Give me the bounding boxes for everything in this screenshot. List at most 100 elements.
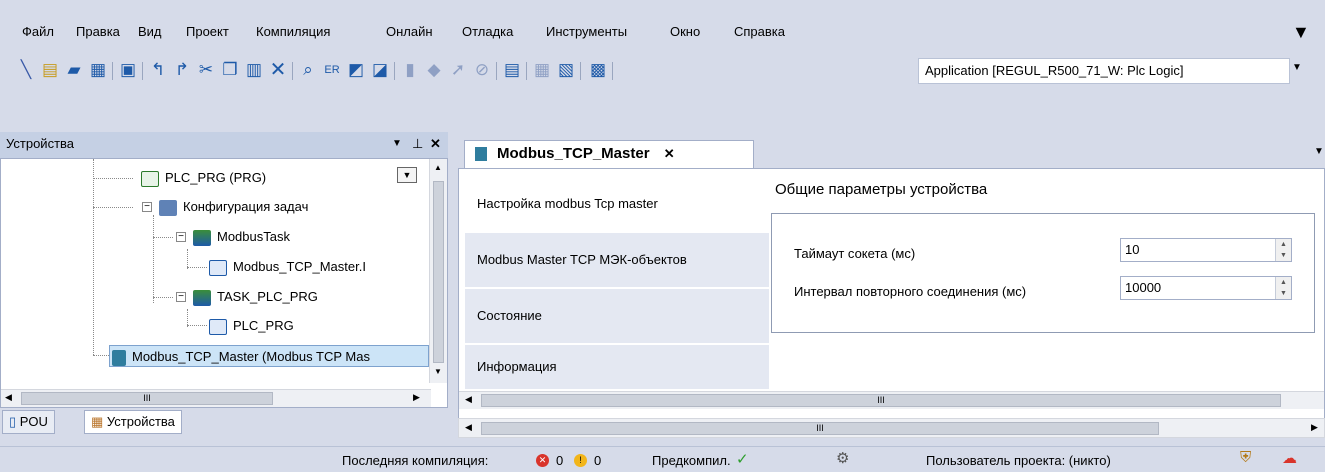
editor-outer-scrollbar[interactable]: ◀ III ▶ <box>458 418 1325 438</box>
editor-outer-scroll-thumb[interactable]: III <box>481 422 1159 435</box>
modbus-device-icon <box>112 349 126 366</box>
download-icon[interactable]: ▤ <box>502 60 522 80</box>
scroll-right-icon[interactable]: ▶ <box>413 392 420 403</box>
menu-view[interactable]: Вид <box>138 24 162 39</box>
cut-icon[interactable]: ✂ <box>196 60 216 80</box>
menu-file[interactable]: Файл <box>22 24 54 39</box>
menu-project[interactable]: Проект <box>186 24 229 39</box>
tree-item-task-plc-prg[interactable]: TASK_PLC_PRG <box>193 286 318 308</box>
dropdown-toggle-icon[interactable]: ▼ <box>397 167 417 183</box>
editor-hscroll-thumb[interactable]: III <box>481 394 1281 407</box>
spin-stepper-icon[interactable]: ▲ ▼ <box>1275 277 1291 299</box>
new-file-icon[interactable]: ▤ <box>40 60 60 80</box>
breakpoint-icon[interactable]: ▮ <box>400 60 420 80</box>
tree-item-label: Modbus_TCP_Master (Modbus TCP Mas <box>132 349 370 364</box>
find-replace-icon[interactable]: ER <box>322 60 342 80</box>
chevron-down-icon[interactable]: ▼ <box>1292 62 1302 73</box>
tree-item-label: PLC_PRG (PRG) <box>165 170 267 185</box>
menu-help[interactable]: Справка <box>734 24 785 39</box>
step-into-icon[interactable]: ➚ <box>448 60 468 80</box>
step-over-icon[interactable]: ◆ <box>424 60 444 80</box>
tab-status[interactable]: Состояние <box>465 289 769 343</box>
collapse-toggle[interactable]: − <box>176 232 186 242</box>
build-icon[interactable]: ▦ <box>532 60 552 80</box>
scroll-up-icon[interactable]: ▲ <box>434 163 442 172</box>
tree-item-plc-prg[interactable]: PLC_PRG (PRG) <box>141 167 266 189</box>
socket-timeout-label: Таймаут сокета (мс) <box>794 246 916 261</box>
tree-hscroll-thumb[interactable]: III <box>21 392 273 405</box>
open-folder-icon[interactable]: ▰ <box>64 60 84 80</box>
tree-item-modbus-tcp-master-call[interactable]: Modbus_TCP_Master.I <box>209 256 366 278</box>
tab-devices-label: Устройства <box>106 414 175 429</box>
toggle-bookmark-icon[interactable]: ◩ <box>346 60 366 80</box>
tab-iec-objects[interactable]: Modbus Master TCP МЭК-объектов <box>465 233 769 287</box>
shield-icon[interactable]: ⛨ <box>1240 449 1251 466</box>
tree-line <box>187 249 188 269</box>
menu-window[interactable]: Окно <box>670 24 700 39</box>
cloud-error-icon[interactable]: ☁ <box>1282 449 1297 467</box>
menu-debug[interactable]: Отладка <box>462 24 513 39</box>
online-config-icon[interactable]: ▩ <box>588 60 608 80</box>
delete-icon[interactable]: ✕ <box>268 60 288 80</box>
reconnect-interval-input[interactable]: 10000 ▲ ▼ <box>1120 276 1292 300</box>
reconnect-interval-value: 10000 <box>1125 280 1162 295</box>
collapse-toggle[interactable]: − <box>176 292 186 302</box>
print-icon[interactable]: ▣ <box>118 60 138 80</box>
scroll-left-icon[interactable]: ◀ <box>5 392 12 403</box>
editor-horizontal-scrollbar[interactable]: ◀ III <box>459 391 1324 409</box>
pin-icon[interactable]: ⊥ <box>412 132 423 156</box>
socket-timeout-input[interactable]: 10 ▲ ▼ <box>1120 238 1292 262</box>
collapse-toggle[interactable]: − <box>142 202 152 212</box>
paste-icon[interactable]: ▥ <box>244 60 264 80</box>
wand-icon[interactable]: ╲ <box>16 60 36 80</box>
tree-item-plc-prg-call[interactable]: PLC_PRG <box>209 315 294 337</box>
last-build-label: Последняя компиляция: <box>342 453 489 468</box>
tab-modbus-tcp-master[interactable]: Modbus_TCP_Master ✕ <box>464 140 754 168</box>
copy-icon[interactable]: ❐ <box>220 60 240 80</box>
gear-icon[interactable]: ⚙ <box>836 449 849 467</box>
tree-vscroll-thumb[interactable] <box>433 181 444 363</box>
scroll-left-icon[interactable]: ◀ <box>465 394 472 405</box>
menu-edit[interactable]: Правка <box>76 24 120 39</box>
next-bookmark-icon[interactable]: ◪ <box>370 60 390 80</box>
devices-icon: ▦ <box>91 414 107 429</box>
customize-icon[interactable]: ▼ <box>1292 22 1310 43</box>
check-icon: ✓ <box>736 451 749 468</box>
scroll-left-icon[interactable]: ◀ <box>465 422 472 433</box>
active-application-select[interactable]: Application [REGUL_R500_71_W: Plc Logic] <box>918 58 1290 84</box>
menu-tools[interactable]: Инструменты <box>546 24 627 39</box>
tree-item-label: PLC_PRG <box>233 318 294 333</box>
save-icon[interactable]: ▦ <box>88 60 108 80</box>
tab-list-icon[interactable]: ▼ <box>1314 146 1324 157</box>
tree-item-task-config[interactable]: Конфигурация задач <box>159 196 308 218</box>
general-parameters-group: Таймаут сокета (мс) 10 ▲ ▼ Интервал повто… <box>771 213 1315 333</box>
spin-stepper-icon[interactable]: ▲ ▼ <box>1275 239 1291 261</box>
tab-information[interactable]: Информация <box>465 345 769 389</box>
panel-menu-icon[interactable]: ▼ <box>392 132 402 156</box>
menu-build[interactable]: Компиляция <box>256 24 330 39</box>
menu-online[interactable]: Онлайн <box>386 24 433 39</box>
reconnect-interval-label: Интервал повторного соединения (мс) <box>794 284 1027 299</box>
tab-modbus-settings[interactable]: Настройка modbus Tcp master <box>465 177 769 231</box>
find-icon[interactable]: ⌕ <box>298 60 318 80</box>
undo-icon[interactable]: ↰ <box>148 60 168 80</box>
tree-horizontal-scrollbar[interactable]: ◀ III ▶ <box>1 389 431 407</box>
close-tab-icon[interactable]: ✕ <box>664 146 675 161</box>
tab-devices[interactable]: ▦ Устройства <box>84 410 182 434</box>
tab-pou[interactable]: ▯ POU <box>2 410 55 434</box>
disable-breakpoint-icon[interactable]: ⊘ <box>472 60 492 80</box>
redo-icon[interactable]: ↱ <box>172 60 192 80</box>
program-call-icon <box>209 318 227 335</box>
tree-item-modbus-task[interactable]: ModbusTask <box>193 226 290 248</box>
panel-tabs: ▯ POU ▦ Устройства <box>0 408 448 438</box>
tree-item-modbus-tcp-master[interactable]: Modbus_TCP_Master (Modbus TCP Mas <box>109 345 429 367</box>
scroll-down-icon[interactable]: ▼ <box>434 367 442 376</box>
close-icon[interactable]: ✕ <box>430 132 441 156</box>
build-all-icon[interactable]: ▧ <box>556 60 576 80</box>
scroll-right-icon[interactable]: ▶ <box>1311 422 1318 433</box>
tab-title: Modbus_TCP_Master <box>497 145 650 162</box>
toolbar-separator <box>112 62 113 80</box>
error-icon: ✕ <box>536 454 549 467</box>
tree-vertical-scrollbar[interactable]: ▲ ▼ <box>429 159 447 383</box>
tree-item-label: Конфигурация задач <box>183 199 309 214</box>
